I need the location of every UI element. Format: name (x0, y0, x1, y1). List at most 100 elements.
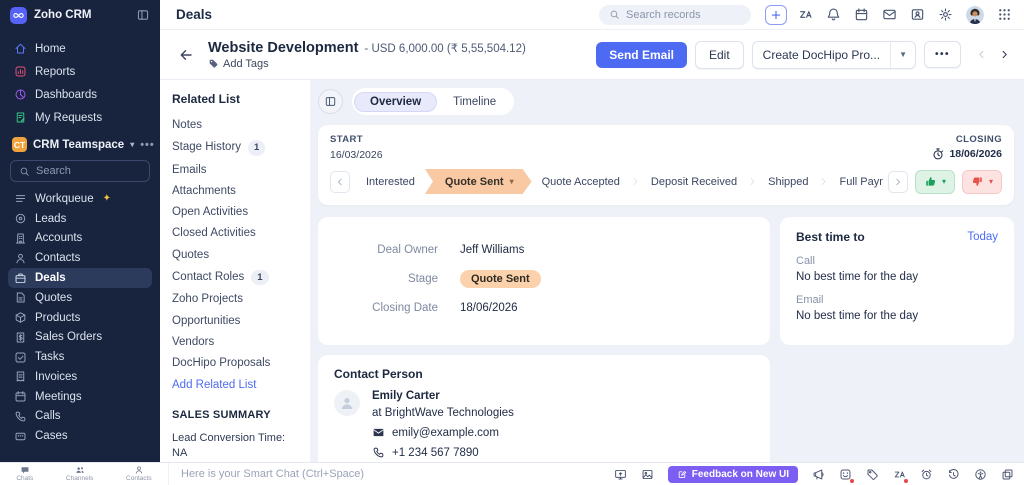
feedback-button[interactable]: Feedback on New UI (667, 465, 798, 483)
mark-won-button[interactable]: ▾ (914, 169, 955, 194)
app-title: Zoho CRM (34, 9, 92, 21)
side-panel-toggle-button[interactable] (318, 89, 343, 114)
create-dochipo-label: Create DocHipo Pro... (762, 47, 881, 62)
next-record-icon[interactable] (999, 49, 1010, 60)
sidebar-item-cases[interactable]: Cases (8, 426, 152, 446)
sidebar-item-dashboards[interactable]: Dashboards (8, 83, 152, 106)
related-item-label: Contact Roles (172, 271, 245, 284)
collapse-sidebar-icon[interactable] (136, 8, 150, 22)
sidebar-item-home[interactable]: Home (8, 37, 152, 60)
related-item-attachments[interactable]: Attachments (172, 185, 298, 198)
contact-email-row[interactable]: emily@example.com (372, 426, 514, 439)
sidebar-item-calls[interactable]: Calls (8, 407, 152, 427)
notifications-bell-icon[interactable] (826, 7, 841, 22)
feedback-smiley-icon[interactable] (839, 468, 854, 483)
stage-shipped[interactable]: Shipped (757, 176, 819, 188)
related-item-emails[interactable]: Emails (172, 164, 298, 177)
back-arrow-icon[interactable] (178, 47, 194, 63)
related-item-opportunities[interactable]: Opportunities (172, 315, 298, 328)
global-search-input[interactable]: Search records (599, 4, 751, 25)
sidebar-item-invoices[interactable]: Invoices (8, 367, 152, 387)
related-item-notes[interactable]: Notes (172, 119, 298, 132)
sidebar-item-deals[interactable]: Deals (8, 268, 152, 288)
receipt-icon (14, 370, 27, 383)
screen-share-icon[interactable] (614, 468, 627, 481)
zia-icon[interactable] (798, 7, 813, 22)
related-item-contact-roles[interactable]: Contact Roles 1 (172, 270, 298, 286)
history-icon[interactable] (947, 468, 960, 481)
accessibility-icon[interactable] (974, 468, 987, 481)
copy-stack-icon[interactable] (1001, 468, 1014, 481)
sidebar-item-accounts[interactable]: Accounts (8, 229, 152, 249)
sidebar-item-my-requests[interactable]: My Requests (8, 106, 152, 129)
user-avatar[interactable] (966, 5, 984, 24)
stage-scroll-right-button[interactable] (887, 170, 908, 193)
add-tags-link[interactable]: Add Tags (208, 58, 526, 70)
contact-phone-row[interactable]: +1 234 567 7890 (372, 446, 514, 459)
sidebar-item-quotes[interactable]: Quotes (8, 288, 152, 308)
tag-icon[interactable] (866, 468, 879, 481)
dock-tab-chats[interactable]: Chats (16, 465, 33, 482)
stage-deposit-received[interactable]: Deposit Received (640, 176, 748, 188)
tab-timeline[interactable]: Timeline (437, 92, 512, 112)
quick-create-button[interactable] (765, 4, 787, 25)
related-item-dochipo-proposals[interactable]: DocHipo Proposals (172, 357, 298, 370)
envelope-icon (372, 426, 385, 439)
add-related-list-link[interactable]: Add Related List (172, 379, 298, 392)
deal-actions: Send Email Edit Create DocHipo Pro... ▼ … (596, 40, 1010, 69)
dock-tab-channels[interactable]: Channels (66, 465, 93, 482)
related-item-quotes[interactable]: Quotes (172, 249, 298, 262)
smart-chat-input[interactable]: Here is your Smart Chat (Ctrl+Space) (168, 463, 606, 485)
sidebar-item-sales-orders[interactable]: Sales Orders (8, 327, 152, 347)
stage-full-payment-received[interactable]: Full Payment Received (828, 176, 882, 188)
stage-scroll-left-button[interactable] (330, 170, 350, 193)
teamspace-switcher[interactable]: CT CRM Teamspace ▾ ••• (8, 129, 155, 159)
stage-quote-sent[interactable]: Quote Sent ▾ (425, 169, 532, 194)
sales-summary-title: SALES SUMMARY (172, 408, 271, 421)
teamspace-more-icon[interactable]: ••• (140, 139, 155, 151)
sidebar-item-leads[interactable]: Leads (8, 209, 152, 229)
related-item-vendors[interactable]: Vendors (172, 336, 298, 349)
sidebar-search-input[interactable]: Search (10, 160, 150, 182)
more-actions-button[interactable]: ••• (923, 41, 961, 68)
sidebar-item-workqueue[interactable]: Workqueue ✦ (8, 189, 152, 209)
stage-quote-accepted[interactable]: Quote Accepted (531, 176, 631, 188)
stage-interested[interactable]: Interested (355, 176, 426, 188)
sidebar-item-meetings[interactable]: Meetings (8, 387, 152, 407)
related-item-closed-activities[interactable]: Closed Activities (172, 227, 298, 240)
edit-button[interactable]: Edit (694, 40, 744, 69)
send-email-button[interactable]: Send Email (596, 41, 687, 68)
chevron-down-icon[interactable]: ▼ (890, 41, 915, 68)
related-item-open-activities[interactable]: Open Activities (172, 206, 298, 219)
related-item-stage-history[interactable]: Stage History 1 (172, 140, 298, 156)
dock-tab-contacts[interactable]: Contacts (126, 465, 152, 482)
building-icon (14, 232, 27, 245)
phone-icon (14, 410, 27, 423)
reminders-alarm-icon[interactable] (920, 468, 933, 481)
image-settings-icon[interactable] (641, 468, 654, 481)
sidebar-item-label: Contacts (35, 252, 81, 265)
best-time-today-link[interactable]: Today (967, 231, 998, 243)
best-time-card: Best time to Today Call No best time for… (780, 217, 1014, 345)
related-item-zoho-projects[interactable]: Zoho Projects (172, 293, 298, 306)
stage-separator-icon (748, 174, 757, 189)
zia-icon[interactable] (893, 468, 908, 483)
tab-overview[interactable]: Overview (354, 91, 438, 112)
person-icon (134, 465, 144, 475)
contact-name[interactable]: Emily Carter (372, 390, 514, 402)
sidebar-item-products[interactable]: Products (8, 308, 152, 328)
create-dochipo-button[interactable]: Create DocHipo Pro... ▼ (751, 40, 916, 69)
mark-lost-button[interactable]: ▾ (961, 169, 1002, 194)
mail-icon[interactable] (882, 7, 897, 22)
sidebar-item-reports[interactable]: Reports (8, 60, 152, 83)
contact-card-icon[interactable] (910, 7, 925, 22)
apps-grid-icon[interactable] (997, 7, 1012, 22)
sidebar-item-tasks[interactable]: Tasks (8, 347, 152, 367)
sidebar-item-contacts[interactable]: Contacts (8, 248, 152, 268)
sales-summary: SALES SUMMARY Lead Conversion Time: NA S… (172, 409, 298, 462)
calendar-icon[interactable] (854, 7, 869, 22)
sidebar-item-label: Deals (35, 272, 66, 285)
announcements-icon[interactable] (812, 468, 825, 481)
settings-gear-icon[interactable] (938, 7, 953, 22)
previous-record-icon[interactable] (976, 49, 987, 60)
